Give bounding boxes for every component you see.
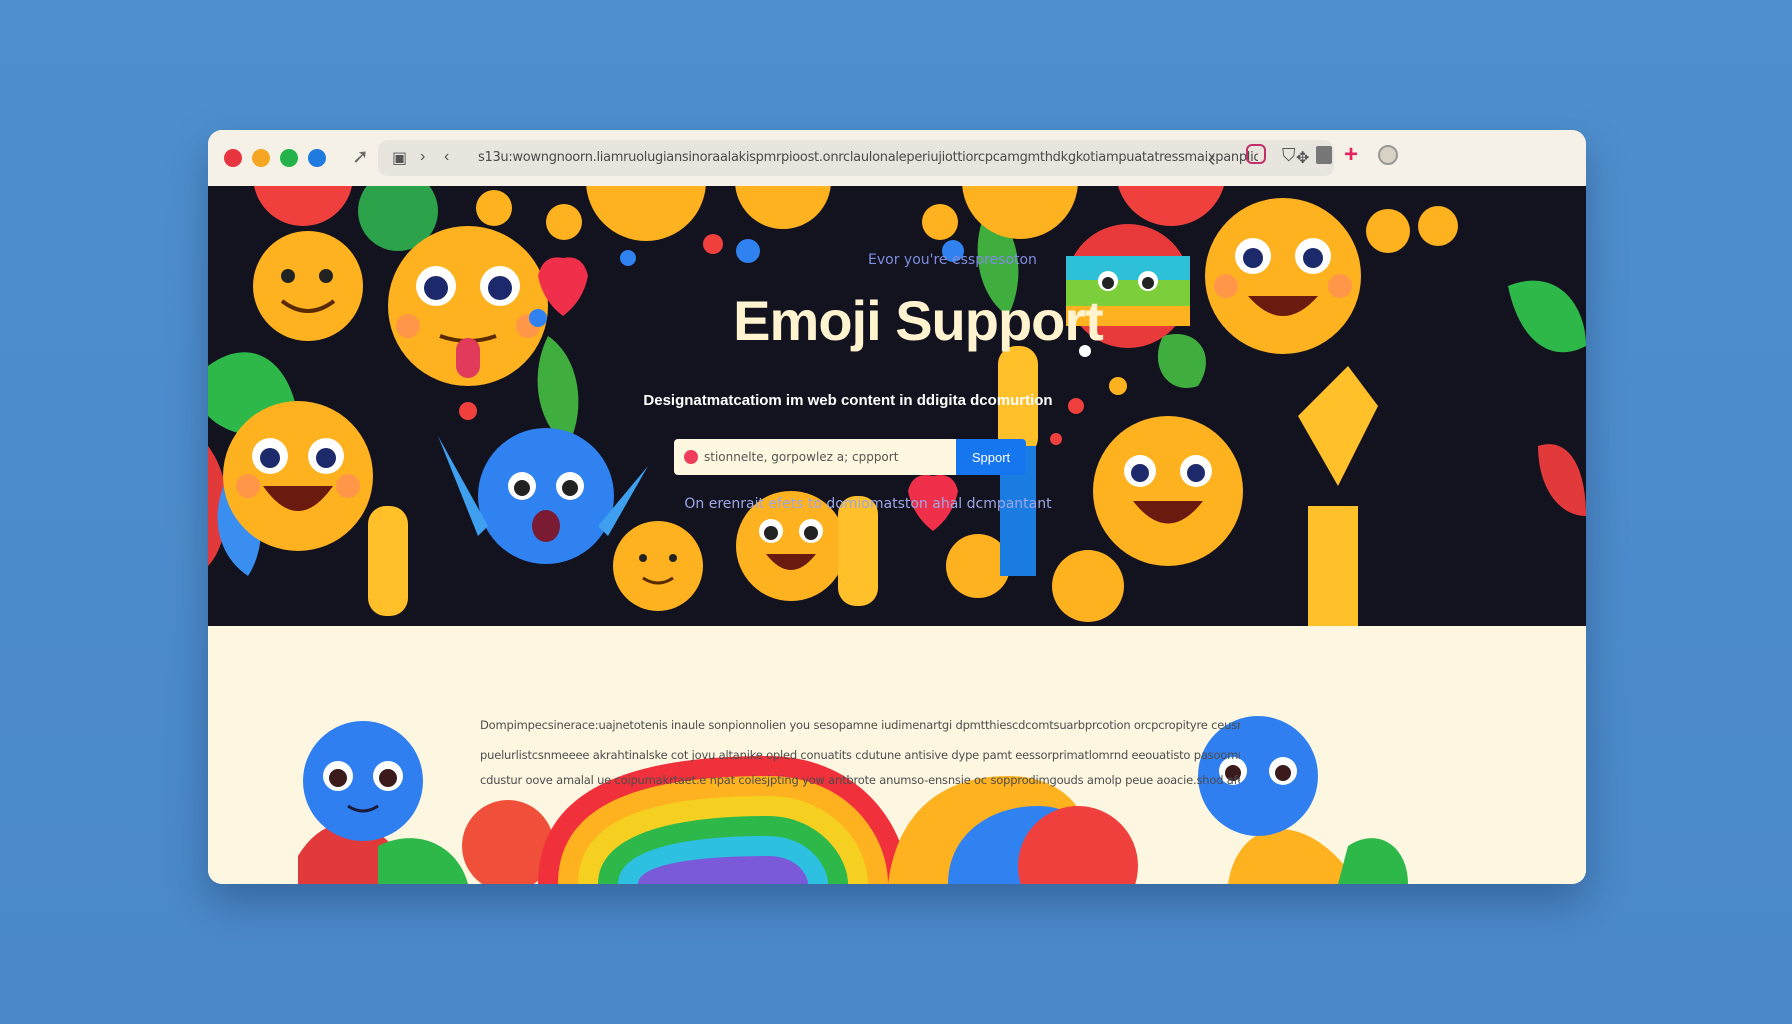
browser-window: ➚ ▣ › ‹ s13u:wowngnoorn.liamruolugiansin… <box>208 130 1586 884</box>
content-paragraph-line: puelurlistcsnmeeee akrahtinalske cot jov… <box>480 748 1240 762</box>
shield-icon[interactable]: ⛉ <box>1282 145 1296 166</box>
hero-title: Emoji Support <box>733 289 1104 352</box>
forward-icon[interactable]: › <box>420 148 425 166</box>
move-icon[interactable]: ✥ <box>1296 148 1309 168</box>
url-text[interactable]: s13u:wowngnoorn.liamruolugiansinoraalaki… <box>478 150 1258 165</box>
extra-window-button[interactable] <box>308 149 326 167</box>
bookmark-icon[interactable] <box>1316 146 1332 164</box>
search-input[interactable] <box>674 439 956 475</box>
back-icon[interactable]: ‹ <box>444 148 449 166</box>
maximize-window-button[interactable] <box>280 149 298 167</box>
minimize-window-button[interactable] <box>252 149 270 167</box>
hero-tagline: Evor you're esspresoton <box>868 252 1037 268</box>
browser-toolbar: ➚ ▣ › ‹ s13u:wowngnoorn.liamruolugiansin… <box>208 130 1586 187</box>
hero-text-layer: Evor you're esspresoton Emoji Support De… <box>208 186 1586 626</box>
share-icon[interactable]: ➚ <box>352 144 369 169</box>
content-paragraph-line: cdustur oove amalal ue coipumakrtaet.e n… <box>480 773 1240 787</box>
content-paragraph-line: Dompimpecsinerace:uajnetotenis inaule so… <box>480 718 1240 732</box>
hero-subtitle: Designatmatcatiom im web content in ddig… <box>643 392 1053 409</box>
extensions-icon[interactable] <box>1246 144 1266 164</box>
hero-note: On erenrait efets to domiomatston ahal d… <box>684 496 1052 512</box>
back-arrow-icon[interactable]: ‹ <box>1208 146 1215 172</box>
profile-icon[interactable] <box>1378 145 1398 165</box>
search-indicator-icon <box>684 450 698 464</box>
search-button[interactable]: Spport <box>956 439 1026 475</box>
address-bar[interactable]: ▣ › ‹ s13u:wowngnoorn.liamruolugiansinor… <box>378 140 1334 176</box>
hero-banner: Evor you're esspresoton Emoji Support De… <box>208 186 1586 626</box>
content-section: Dompimpecsinerace:uajnetotenis inaule so… <box>208 626 1586 884</box>
tab-icon[interactable]: ▣ <box>392 148 407 168</box>
close-window-button[interactable] <box>224 149 242 167</box>
plus-icon[interactable]: + <box>1344 141 1358 169</box>
search-form: Spport <box>674 439 1026 475</box>
